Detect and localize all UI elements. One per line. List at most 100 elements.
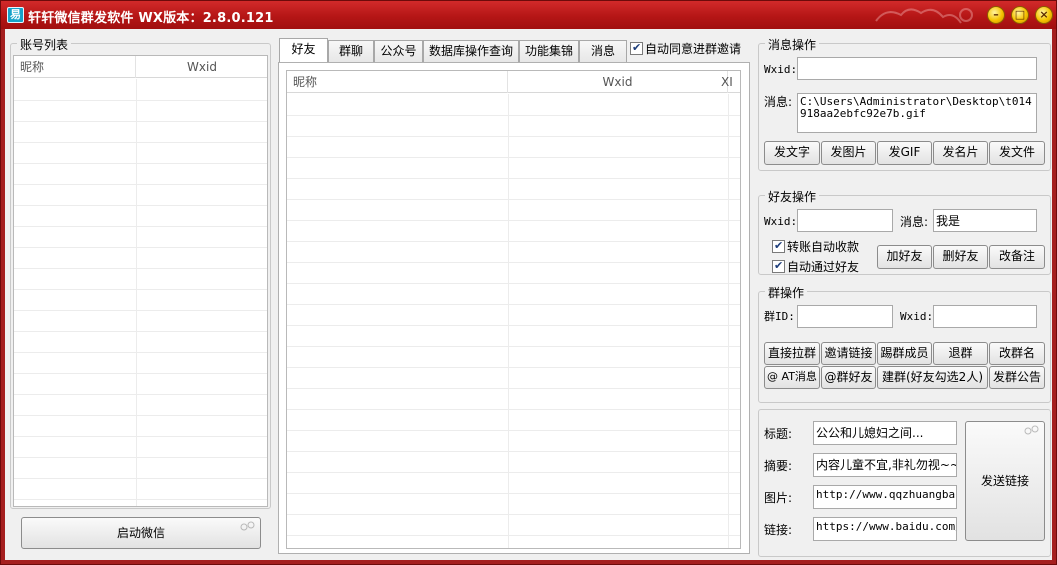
link-summary-label: 摘要:: [764, 459, 793, 473]
grid-row-line: [287, 220, 740, 221]
grid-row-line: [287, 535, 740, 536]
edit-remark-button[interactable]: 改备注: [989, 245, 1045, 269]
grid-row-line: [287, 346, 740, 347]
grid-row-line: [287, 472, 740, 473]
auto-collect-transfer-label: 转账自动收款: [787, 240, 860, 254]
grid-row-line: [14, 331, 267, 332]
direct-pull-group-button[interactable]: 直接拉群: [764, 342, 820, 365]
app-logo-icon: 易: [7, 7, 24, 23]
add-friend-button[interactable]: 加好友: [877, 245, 932, 269]
at-message-button[interactable]: @ AT消息: [764, 366, 820, 389]
account-grid-header: 昵称 Wxid: [14, 56, 267, 78]
friend-col-nickname[interactable]: 昵称: [287, 71, 508, 93]
grid-row-line: [287, 115, 740, 116]
tab-friends[interactable]: 好友: [279, 38, 328, 62]
grid-row-line: [14, 289, 267, 290]
link-image-input[interactable]: http://www.qqzhuangban.c: [813, 485, 957, 509]
grid-row-line: [287, 514, 740, 515]
grid-row-line: [14, 268, 267, 269]
group-id-label: 群ID:: [764, 310, 795, 323]
message-content-label: 消息:: [764, 95, 793, 109]
friend-list-grid[interactable]: 昵称 Wxid XI: [286, 70, 741, 549]
tab-official-accounts[interactable]: 公众号: [374, 40, 423, 62]
link-summary-input[interactable]: 内容儿童不宜,非礼勿视~~: [813, 453, 957, 477]
grid-row-line: [14, 184, 267, 185]
title-bar[interactable]: 易 轩轩微信群发软件 WX版本：2.8.0.121 – □ ×: [1, 1, 1056, 29]
grid-row-line: [287, 262, 740, 263]
auto-accept-friend-checkbox[interactable]: ✔: [772, 259, 785, 273]
group-announcement-button[interactable]: 发群公告: [989, 366, 1045, 389]
grid-row-line: [287, 283, 740, 284]
message-wxid-input[interactable]: [797, 57, 1037, 80]
grid-row-line: [287, 136, 740, 137]
message-content-textarea[interactable]: C:\Users\Administrator\Desktop\t014918aa…: [797, 93, 1037, 133]
grid-row-line: [14, 100, 267, 101]
main-window: 易 轩轩微信群发软件 WX版本：2.8.0.121 – □ × 账号列表 昵称 …: [0, 0, 1057, 565]
grid-row-line: [287, 199, 740, 200]
close-button[interactable]: ×: [1035, 6, 1053, 24]
friend-grid-divider-2: [728, 94, 729, 548]
account-list-grid[interactable]: 昵称 Wxid: [13, 55, 268, 507]
grid-row-line: [14, 394, 267, 395]
grid-row-line: [287, 304, 740, 305]
friend-wxid-input[interactable]: [797, 209, 893, 232]
start-wechat-button[interactable]: 启动微信: [21, 517, 261, 549]
at-group-friends-button[interactable]: @群好友: [821, 366, 876, 389]
window-frame-left: [1, 29, 5, 562]
grid-row-line: [14, 499, 267, 500]
send-file-button[interactable]: 发文件: [989, 141, 1045, 165]
auto-accept-group-checkbox[interactable]: ✔: [630, 41, 643, 55]
grid-row-line: [287, 367, 740, 368]
account-col-wxid[interactable]: Wxid: [136, 56, 267, 78]
start-wechat-label: 启动微信: [116, 526, 165, 540]
send-text-button[interactable]: 发文字: [764, 141, 820, 165]
send-link-button[interactable]: 发送链接: [965, 421, 1045, 541]
tab-groups[interactable]: 群聊: [328, 40, 374, 62]
grid-row-line: [14, 373, 267, 374]
grid-row-line: [14, 226, 267, 227]
link-url-input[interactable]: https://www.baidu.com/: [813, 517, 957, 541]
maximize-button[interactable]: □: [1011, 6, 1029, 24]
grid-row-line: [287, 430, 740, 431]
grid-row-line: [287, 409, 740, 410]
group-wxid-label: Wxid:: [900, 310, 934, 323]
friend-col-extra[interactable]: XI: [721, 71, 740, 93]
send-card-button[interactable]: 发名片: [933, 141, 988, 165]
friend-wxid-label: Wxid:: [764, 215, 798, 228]
link-title-input[interactable]: 公公和儿媳妇之间...: [813, 421, 957, 445]
grid-row-line: [14, 415, 267, 416]
grid-row-line: [14, 247, 267, 248]
link-title-label: 标题:: [764, 427, 793, 441]
grid-row-line: [287, 157, 740, 158]
kick-member-button[interactable]: 踢群成员: [877, 342, 932, 365]
rename-group-button[interactable]: 改群名: [989, 342, 1045, 365]
send-image-button[interactable]: 发图片: [821, 141, 876, 165]
tab-features[interactable]: 功能集锦: [519, 40, 579, 62]
tab-database-query[interactable]: 数据库操作查询: [423, 40, 519, 62]
account-col-nickname[interactable]: 昵称: [14, 56, 136, 78]
send-gif-button[interactable]: 发GIF: [877, 141, 932, 165]
group-id-input[interactable]: [797, 305, 893, 328]
auto-accept-group-label: 自动同意进群邀请: [645, 42, 742, 56]
friend-message-input[interactable]: 我是: [933, 209, 1037, 232]
grid-row-line: [14, 436, 267, 437]
auto-collect-transfer-checkbox[interactable]: ✔: [772, 239, 785, 253]
grid-row-line: [14, 121, 267, 122]
grid-row-line: [287, 493, 740, 494]
create-group-button[interactable]: 建群(好友勾选2人): [877, 366, 988, 389]
grid-row-line: [14, 163, 267, 164]
minimize-button[interactable]: –: [987, 6, 1005, 24]
grid-row-line: [14, 352, 267, 353]
delete-friend-button[interactable]: 删好友: [933, 245, 988, 269]
cloud-corner-icon: [240, 521, 255, 531]
invite-link-button[interactable]: 邀请链接: [821, 342, 876, 365]
cloud-decoration-icon: [875, 8, 973, 24]
grid-row-line: [287, 241, 740, 242]
friend-col-wxid[interactable]: Wxid: [508, 71, 728, 93]
window-frame-right: [1052, 29, 1056, 562]
tab-messages[interactable]: 消息: [579, 40, 627, 62]
window-title: 轩轩微信群发软件 WX版本：2.8.0.121: [28, 11, 274, 26]
quit-group-button[interactable]: 退群: [933, 342, 988, 365]
friend-message-label: 消息:: [900, 215, 929, 229]
group-wxid-input[interactable]: [933, 305, 1037, 328]
